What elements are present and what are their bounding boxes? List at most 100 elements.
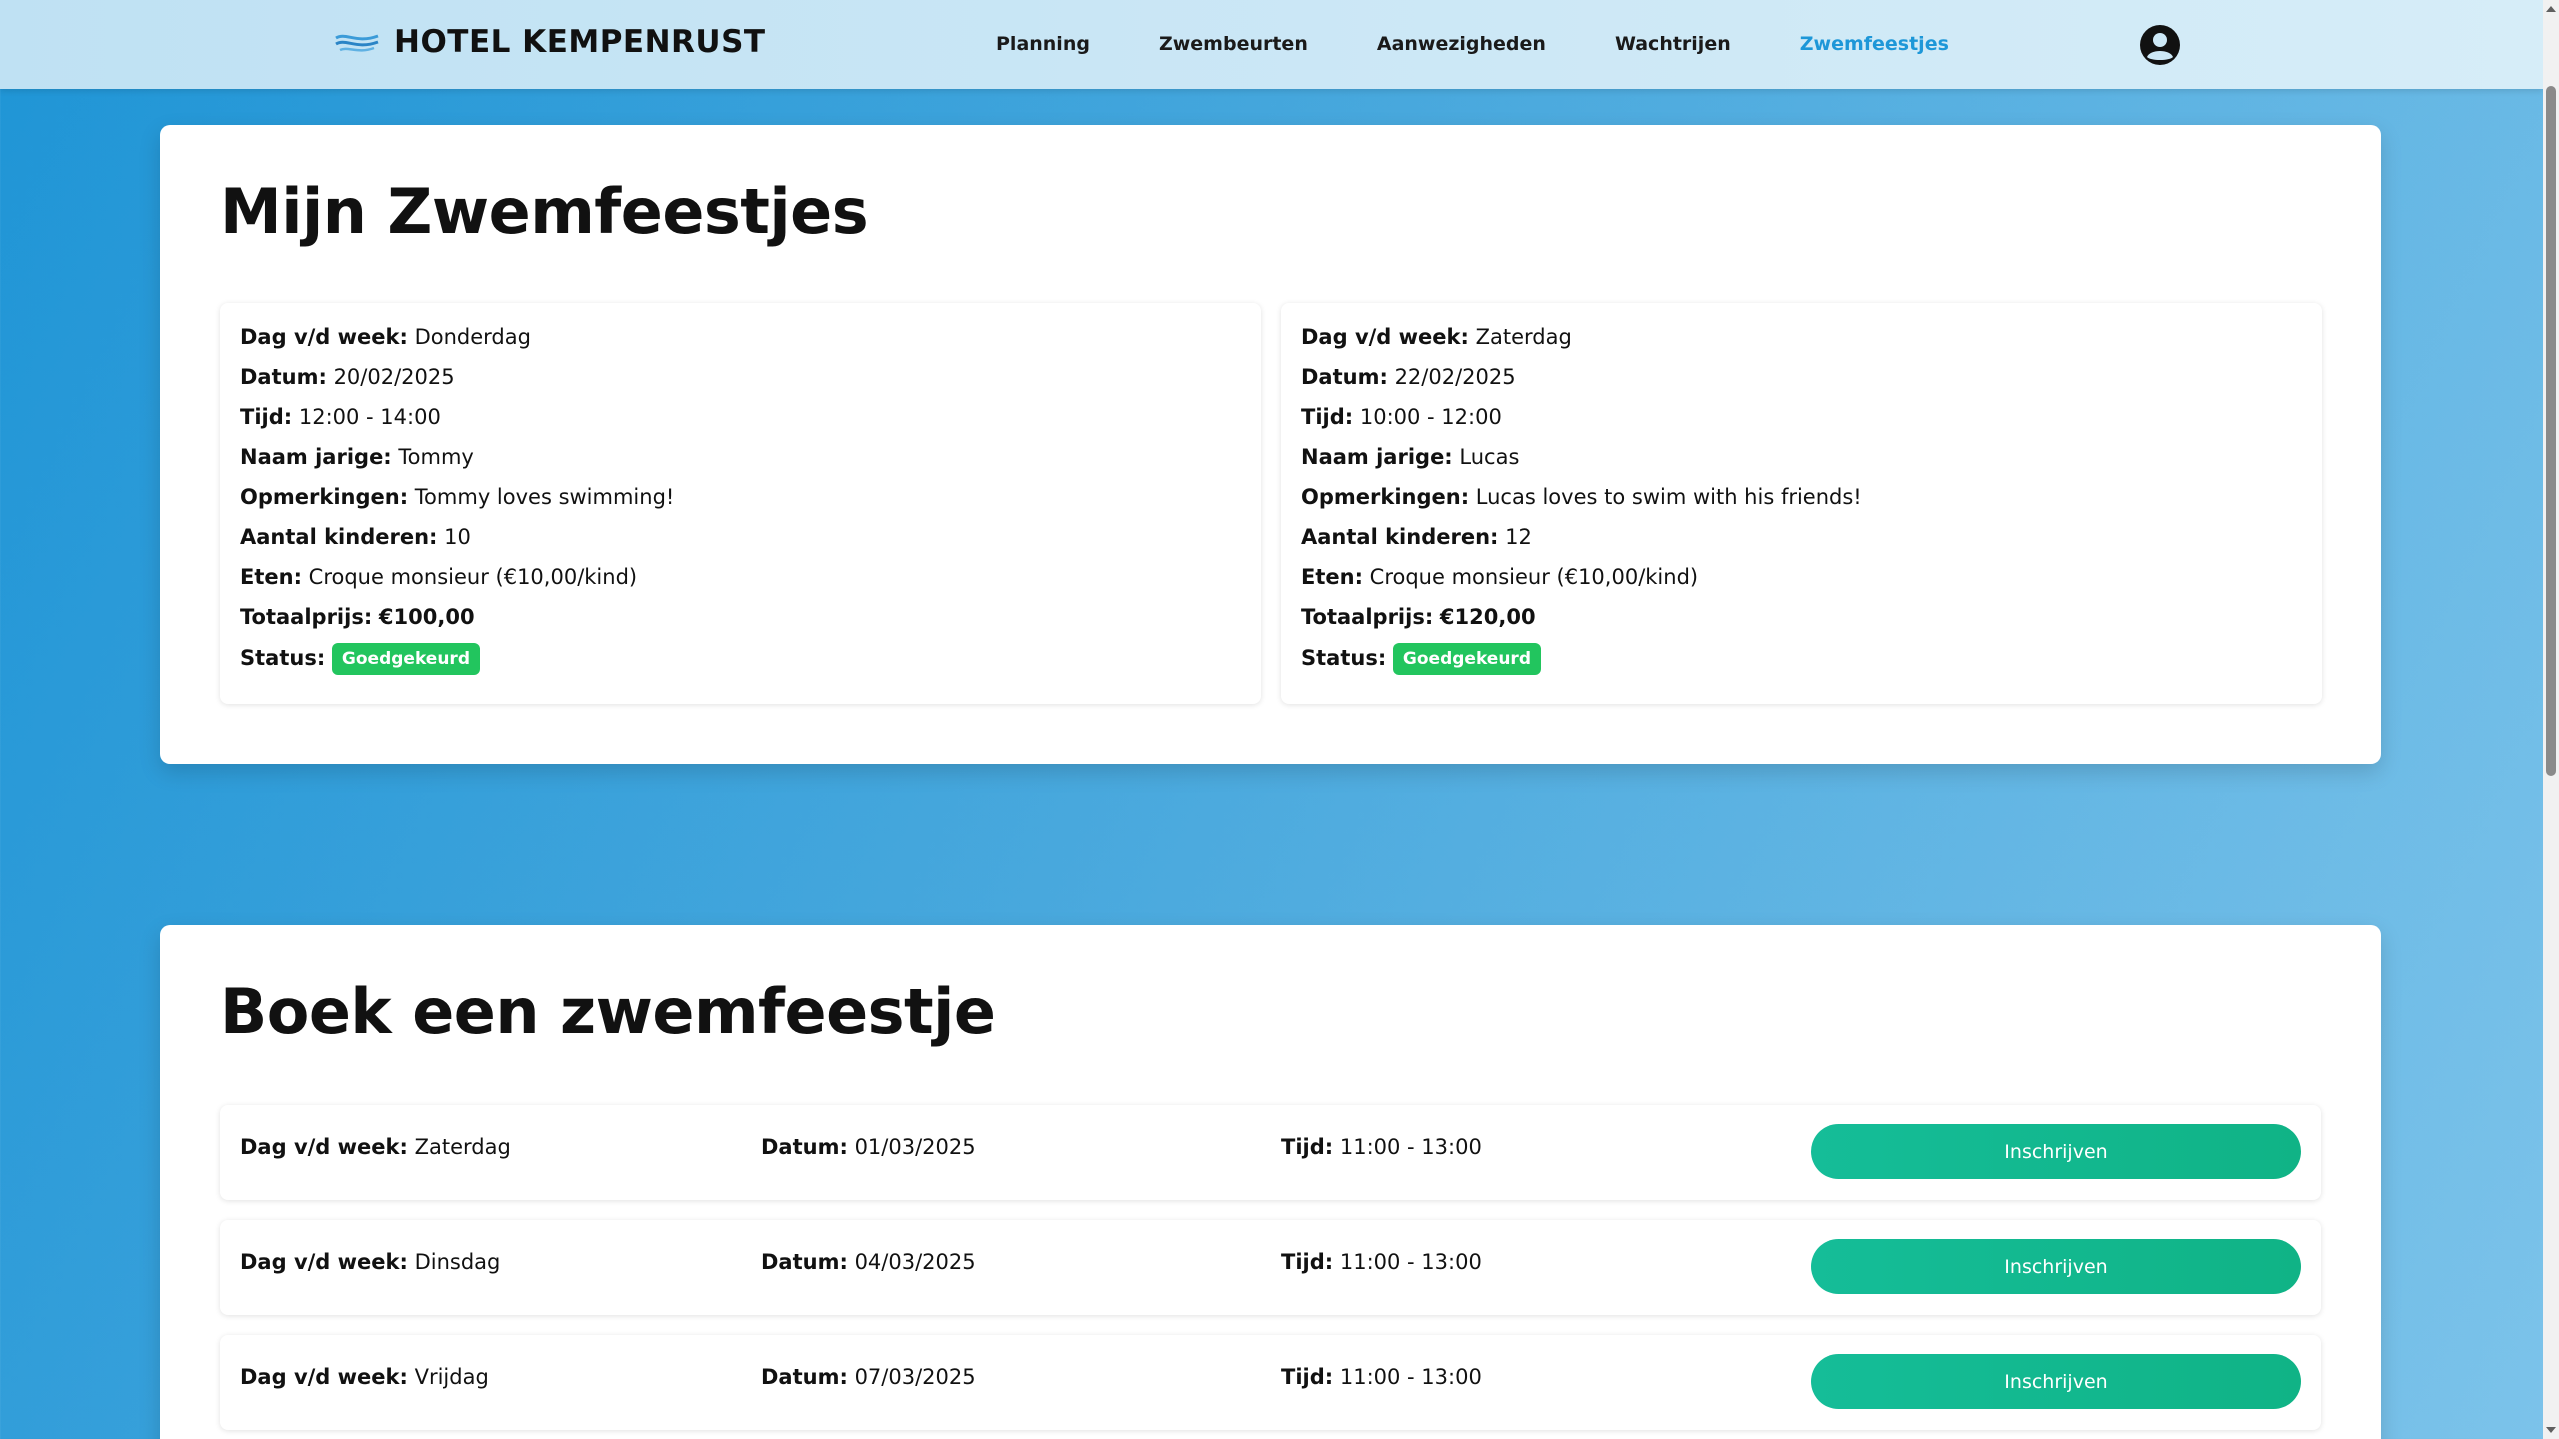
label: Dag v/d week: — [1301, 325, 1469, 349]
label: Datum: — [240, 365, 327, 389]
slot-row: Dag v/d week: Zaterdag Datum: 01/03/2025… — [220, 1105, 2321, 1200]
slot-row: Dag v/d week: Dinsdag Datum: 04/03/2025 … — [220, 1220, 2321, 1315]
label: Datum: — [761, 1250, 848, 1274]
user-circle-icon[interactable] — [2139, 24, 2181, 66]
section-title: Boek een zwemfeestje — [220, 975, 996, 1048]
value: 10:00 - 12:00 — [1359, 405, 1502, 429]
slot-day: Dag v/d week: Dinsdag — [240, 1250, 500, 1274]
brand-name: HOTEL KEMPENRUST — [394, 24, 766, 60]
label: Tijd: — [240, 405, 293, 429]
slot-time: Tijd: 11:00 - 13:00 — [1281, 1250, 1482, 1274]
label: Datum: — [761, 1135, 848, 1159]
label: Totaalprijs: — [1301, 605, 1434, 629]
label: Status: — [240, 646, 326, 670]
label: Tijd: — [1281, 1365, 1334, 1389]
party-status: Status: Goedgekeurd — [240, 643, 1241, 683]
value: 20/02/2025 — [333, 365, 455, 389]
nav-link-zwembeurten[interactable]: Zwembeurten — [1159, 33, 1308, 55]
label: Eten: — [240, 565, 302, 589]
party-name: Naam jarige: Tommy — [240, 443, 1241, 483]
signup-button[interactable]: Inschrijven — [1811, 1124, 2301, 1179]
nav-link-zwemfeestjes[interactable]: Zwemfeestjes — [1800, 33, 1949, 55]
value: 01/03/2025 — [854, 1135, 976, 1159]
nav-link-planning[interactable]: Planning — [996, 33, 1090, 55]
party-card: Dag v/d week: Zaterdag Datum: 22/02/2025… — [1281, 303, 2322, 704]
value: 12:00 - 14:00 — [298, 405, 441, 429]
page-title: Mijn Zwemfeestjes — [220, 175, 869, 248]
label: Naam jarige: — [1301, 445, 1453, 469]
value: Lucas loves to swim with his friends! — [1475, 485, 1862, 509]
slot-date: Datum: 04/03/2025 — [761, 1250, 976, 1274]
party-time: Tijd: 10:00 - 12:00 — [1301, 403, 2302, 443]
value: 11:00 - 13:00 — [1339, 1365, 1482, 1389]
value: Tommy — [398, 445, 474, 469]
label: Naam jarige: — [240, 445, 392, 469]
label: Tijd: — [1281, 1250, 1334, 1274]
party-remarks: Opmerkingen: Tommy loves swimming! — [240, 483, 1241, 523]
slot-row: Dag v/d week: Vrijdag Datum: 07/03/2025 … — [220, 1335, 2321, 1430]
label: Dag v/d week: — [240, 1250, 408, 1274]
party-name: Naam jarige: Lucas — [1301, 443, 2302, 483]
value: 11:00 - 13:00 — [1339, 1250, 1482, 1274]
party-date: Datum: 20/02/2025 — [240, 363, 1241, 403]
slot-date: Datum: 07/03/2025 — [761, 1365, 976, 1389]
party-day: Dag v/d week: Donderdag — [240, 323, 1241, 363]
label: Tijd: — [1301, 405, 1354, 429]
signup-button[interactable]: Inschrijven — [1811, 1354, 2301, 1409]
scrollbar-thumb[interactable] — [2546, 86, 2556, 776]
label: Totaalprijs: — [240, 605, 373, 629]
party-day: Dag v/d week: Zaterdag — [1301, 323, 2302, 363]
signup-button[interactable]: Inschrijven — [1811, 1239, 2301, 1294]
status-badge: Goedgekeurd — [1392, 643, 1541, 675]
value: Donderdag — [414, 325, 531, 349]
label: Status: — [1301, 646, 1387, 670]
party-card-list: Dag v/d week: Donderdag Datum: 20/02/202… — [220, 303, 2322, 704]
value: Lucas — [1459, 445, 1520, 469]
party-card: Dag v/d week: Donderdag Datum: 20/02/202… — [220, 303, 1261, 704]
status-badge: Goedgekeurd — [331, 643, 480, 675]
my-parties-panel: Mijn Zwemfeestjes Dag v/d week: Donderda… — [160, 125, 2381, 764]
scroll-up-icon[interactable] — [2546, 6, 2556, 12]
slot-day: Dag v/d week: Zaterdag — [240, 1135, 511, 1159]
party-total: Totaalprijs: €120,00 — [1301, 603, 2302, 643]
nav-link-wachtrijen[interactable]: Wachtrijen — [1615, 33, 1731, 55]
slot-list: Dag v/d week: Zaterdag Datum: 01/03/2025… — [220, 1105, 2321, 1439]
label: Dag v/d week: — [240, 1135, 408, 1159]
nav-links: Planning Zwembeurten Aanwezigheden Wacht… — [996, 33, 2018, 55]
party-total: Totaalprijs: €100,00 — [240, 603, 1241, 643]
navbar: HOTEL KEMPENRUST Planning Zwembeurten Aa… — [0, 0, 2543, 89]
party-time: Tijd: 12:00 - 14:00 — [240, 403, 1241, 443]
nav-link-aanwezigheden[interactable]: Aanwezigheden — [1377, 33, 1546, 55]
slot-time: Tijd: 11:00 - 13:00 — [1281, 1135, 1482, 1159]
value: 10 — [444, 525, 471, 549]
page-scrollbar[interactable] — [2543, 0, 2559, 1439]
value: 07/03/2025 — [854, 1365, 976, 1389]
label: Dag v/d week: — [240, 1365, 408, 1389]
value: Vrijdag — [414, 1365, 489, 1389]
value: 22/02/2025 — [1394, 365, 1516, 389]
wave-logo-icon — [335, 34, 379, 52]
party-remarks: Opmerkingen: Lucas loves to swim with hi… — [1301, 483, 2302, 523]
label: Opmerkingen: — [240, 485, 409, 509]
party-date: Datum: 22/02/2025 — [1301, 363, 2302, 403]
label: Aantal kinderen: — [1301, 525, 1499, 549]
label: Eten: — [1301, 565, 1363, 589]
book-party-panel: Boek een zwemfeestje Dag v/d week: Zater… — [160, 925, 2381, 1439]
label: Datum: — [1301, 365, 1388, 389]
value: Croque monsieur (€10,00/kind) — [308, 565, 638, 589]
label: Datum: — [761, 1365, 848, 1389]
value: Zaterdag — [414, 1135, 511, 1159]
value: 12 — [1505, 525, 1532, 549]
label: Tijd: — [1281, 1135, 1334, 1159]
scroll-down-icon[interactable] — [2546, 1427, 2556, 1433]
party-food: Eten: Croque monsieur (€10,00/kind) — [1301, 563, 2302, 603]
label: Aantal kinderen: — [240, 525, 438, 549]
slot-date: Datum: 01/03/2025 — [761, 1135, 976, 1159]
party-children: Aantal kinderen: 10 — [240, 523, 1241, 563]
value: €100,00 — [378, 605, 475, 629]
party-children: Aantal kinderen: 12 — [1301, 523, 2302, 563]
value: Dinsdag — [414, 1250, 501, 1274]
brand[interactable]: HOTEL KEMPENRUST — [334, 24, 766, 60]
label: Dag v/d week: — [240, 325, 408, 349]
value: 04/03/2025 — [854, 1250, 976, 1274]
